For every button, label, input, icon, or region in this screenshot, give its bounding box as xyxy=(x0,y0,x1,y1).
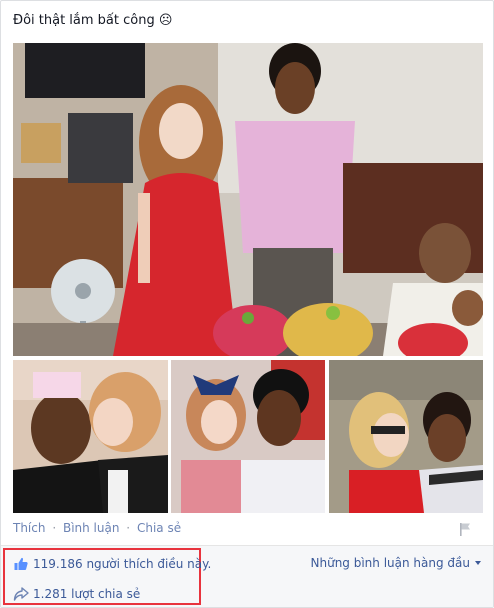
comment-link[interactable]: Bình luận xyxy=(63,521,120,535)
like-link[interactable]: Thích xyxy=(13,521,45,535)
thumbnail-photo-2[interactable] xyxy=(171,360,325,513)
likes-row[interactable]: 119.186 người thích điều này. xyxy=(13,554,211,574)
sort-comments-label: Những bình luận hàng đầu xyxy=(310,556,471,570)
facebook-post: Đôi thật lắm bất công ☹ Thích · Bình luậ… xyxy=(0,0,494,608)
share-link[interactable]: Chia sẻ xyxy=(137,521,181,535)
thumbnail-photo-1[interactable] xyxy=(13,360,168,513)
thumbs-up-icon xyxy=(13,556,29,572)
ufi-summary: 119.186 người thích điều này. 1.281 lượt… xyxy=(1,545,493,607)
shares-row[interactable]: 1.281 lượt chia sẻ xyxy=(13,584,140,604)
likes-count-text: 119.186 người thích điều này. xyxy=(33,557,212,571)
sort-comments-dropdown[interactable]: Những bình luận hàng đầu xyxy=(310,556,481,570)
thumbnail-photo-3[interactable] xyxy=(329,360,483,513)
main-photo[interactable] xyxy=(13,43,483,356)
post-actions: Thích · Bình luận · Chia sẻ xyxy=(13,521,481,539)
photo-grid xyxy=(13,43,483,513)
post-text: Đôi thật lắm bất công ☹ xyxy=(13,13,173,28)
separator: · xyxy=(52,521,57,535)
separator: · xyxy=(126,521,131,535)
chevron-down-icon xyxy=(475,561,481,565)
shares-count-text: 1.281 lượt chia sẻ xyxy=(33,587,141,601)
flag-icon[interactable] xyxy=(457,521,473,537)
share-arrow-icon xyxy=(13,586,29,602)
